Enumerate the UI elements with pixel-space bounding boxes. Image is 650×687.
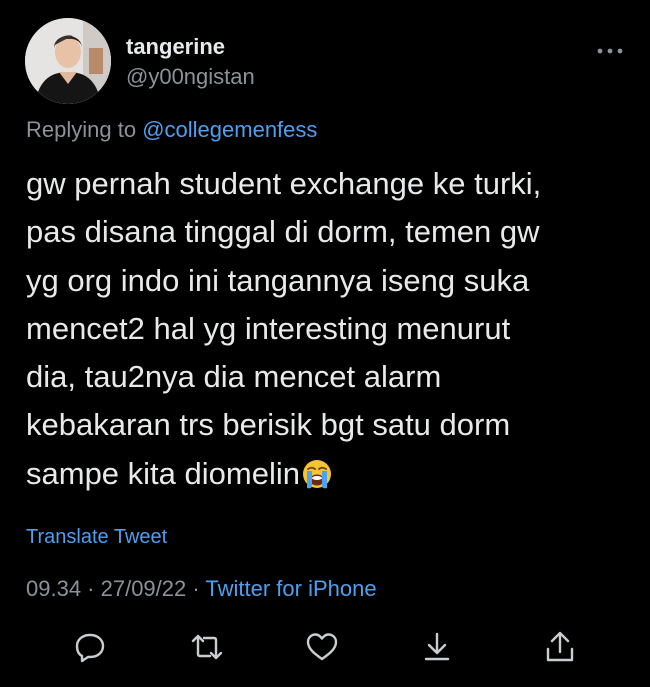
tweet-text-line: gw pernah student exchange ke turki, bbox=[26, 166, 542, 201]
replying-to: Replying to @collegemenfess bbox=[26, 117, 317, 143]
bookmark-button[interactable] bbox=[420, 630, 454, 664]
tweet-text-line: mencet2 hal yg interesting menurut bbox=[26, 310, 511, 346]
profile-photo-icon bbox=[25, 18, 111, 104]
bookmark-icon bbox=[424, 632, 450, 661]
like-icon bbox=[306, 633, 338, 661]
timestamp[interactable]: 09.34 · 27/09/22 · bbox=[26, 576, 200, 601]
tweet-text-line: dia, tau2nya dia mencet alarm bbox=[26, 359, 442, 395]
loudly-crying-face-icon bbox=[301, 456, 333, 489]
replying-to-label: Replying to bbox=[26, 117, 137, 142]
more-options-icon[interactable] bbox=[592, 44, 628, 56]
avatar[interactable] bbox=[25, 18, 111, 104]
tweet-text-line: pas disana tinggal di dorm, temen gw bbox=[26, 214, 540, 250]
author-handle[interactable]: @y00ngistan bbox=[126, 64, 255, 90]
reply-icon bbox=[75, 633, 105, 663]
like-button[interactable] bbox=[305, 630, 339, 664]
tweet-meta: 09.34 · 27/09/22 · Twitter for iPhone bbox=[26, 576, 377, 602]
tweet-text-line: yg org indo ini tangannya iseng suka bbox=[26, 262, 530, 298]
share-icon bbox=[546, 631, 574, 662]
tweet-text-line: sampe kita diomelin bbox=[26, 455, 300, 491]
author-name[interactable]: tangerine bbox=[126, 34, 225, 60]
retweet-icon bbox=[191, 634, 223, 660]
tweet-text: gw pernah student exchange ke turki, pas… bbox=[26, 160, 626, 498]
retweet-button[interactable] bbox=[190, 630, 224, 664]
reply-button[interactable] bbox=[73, 630, 107, 664]
tweet-text-last-line: sampe kita diomelin bbox=[26, 450, 626, 498]
replying-to-mention[interactable]: @collegemenfess bbox=[142, 117, 317, 142]
translate-tweet-link[interactable]: Translate Tweet bbox=[26, 526, 167, 549]
tweet-text-line: kebakaran trs berisik bgt satu dorm bbox=[26, 407, 511, 443]
source-app-link[interactable]: Twitter for iPhone bbox=[205, 576, 376, 601]
share-button[interactable] bbox=[543, 630, 577, 664]
